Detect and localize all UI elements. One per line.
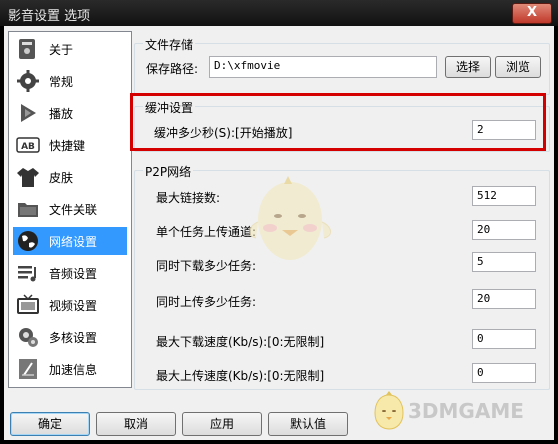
default-button[interactable]: 默认值: [268, 412, 348, 436]
watermark-text: 3DMGAME: [408, 399, 524, 423]
sidebar-item-multicore[interactable]: 多核设置: [13, 323, 127, 351]
sidebar-item-label: 快捷键: [49, 139, 86, 153]
max-download-input[interactable]: 0: [472, 329, 536, 349]
sidebar-item-label: 皮肤: [49, 171, 74, 185]
watermark-mascot-icon: [374, 391, 404, 430]
shirt-icon: [17, 168, 39, 187]
apply-button[interactable]: 应用: [182, 412, 262, 436]
p2p-title: P2P网络: [143, 163, 194, 180]
sidebar-item-label: 加速信息: [49, 363, 98, 377]
sidebar-item-label: 播放: [49, 107, 74, 121]
max-connections-label: 最大链接数:: [156, 191, 221, 205]
keyboard-icon: AB: [16, 137, 40, 153]
globe-icon: [18, 231, 38, 251]
cancel-button[interactable]: 取消: [96, 412, 176, 436]
sidebar-item-video[interactable]: 视频设置: [13, 291, 127, 319]
max-connections-input[interactable]: 512: [472, 186, 536, 206]
sidebar-item-label: 常规: [49, 75, 74, 89]
max-upload-label: 最大上传速度(Kb/s):[0:无限制]: [156, 369, 325, 383]
ok-button[interactable]: 确定: [10, 412, 90, 436]
dialog-body: 关于 常规 播放 AB 快捷键 皮肤 文件关联 网络设置 音频设置 视频设置 多…: [4, 26, 554, 440]
sidebar-item-label: 网络设置: [49, 235, 98, 249]
concurrent-downloads-input[interactable]: 5: [472, 252, 536, 272]
title-bar[interactable]: 影音设置 选项 X: [0, 0, 558, 26]
multicore-icon: [19, 328, 38, 347]
info-icon: [19, 39, 35, 59]
concurrent-uploads-label: 同时上传多少任务:: [156, 295, 257, 309]
max-upload-input[interactable]: 0: [472, 363, 536, 383]
play-icon: [21, 104, 36, 122]
upload-channels-input[interactable]: 20: [472, 220, 536, 240]
window-title: 影音设置 选项: [8, 9, 91, 24]
gear-icon: [17, 70, 39, 92]
sidebar-item-playback[interactable]: 播放: [13, 99, 127, 127]
sidebar-item-about[interactable]: 关于: [13, 35, 127, 63]
sidebar-item-label: 关于: [49, 43, 74, 57]
file-storage-title: 文件存储: [143, 36, 196, 53]
folder-icon: [18, 203, 38, 217]
audio-icon: [18, 266, 36, 282]
concurrent-uploads-input[interactable]: 20: [472, 289, 536, 309]
sidebar-item-label: 文件关联: [49, 203, 98, 217]
sidebar-item-label: 音频设置: [49, 267, 98, 281]
save-path-label: 保存路径:: [146, 62, 199, 76]
sidebar-item-general[interactable]: 常规: [13, 67, 127, 95]
max-download-label: 最大下载速度(Kb/s):[0:无限制]: [156, 335, 325, 349]
site-watermark: 3DMGAME: [372, 387, 548, 437]
sidebar-item-hotkeys[interactable]: AB 快捷键: [13, 131, 127, 159]
video-icon: [17, 294, 39, 314]
sidebar-item-label: 视频设置: [49, 299, 98, 313]
svg-text:AB: AB: [21, 142, 35, 152]
choose-button[interactable]: 选择: [445, 56, 491, 78]
save-path-input[interactable]: D:\xfmovie: [209, 56, 437, 78]
sidebar-item-file-assoc[interactable]: 文件关联: [13, 195, 127, 223]
accel-icon: [19, 359, 37, 379]
close-icon: X: [526, 5, 538, 20]
mascot-watermark-icon: [249, 176, 331, 260]
browse-button[interactable]: 浏览: [495, 56, 541, 78]
sidebar: 关于 常规 播放 AB 快捷键 皮肤 文件关联 网络设置 音频设置 视频设置 多…: [8, 31, 132, 388]
sidebar-item-audio[interactable]: 音频设置: [13, 259, 127, 287]
close-button[interactable]: X: [512, 3, 552, 24]
sidebar-item-skin[interactable]: 皮肤: [13, 163, 127, 191]
buffer-highlight-annotation: [130, 93, 546, 151]
sidebar-item-accel[interactable]: 加速信息: [13, 355, 127, 383]
options-window: 影音设置 选项 X 关于 常规 播放 AB 快捷键 皮肤 文件关联 网络设置 音…: [0, 0, 558, 444]
sidebar-item-network[interactable]: 网络设置: [13, 227, 127, 255]
sidebar-item-label: 多核设置: [49, 331, 98, 345]
